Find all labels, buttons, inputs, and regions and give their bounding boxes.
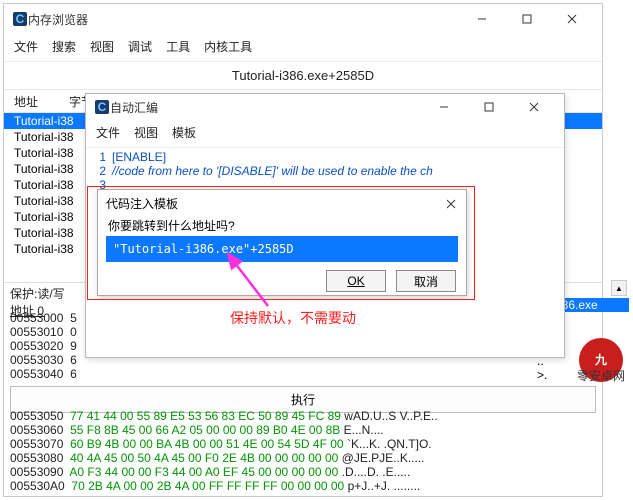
minimize-button[interactable] [459, 5, 504, 33]
annotation-note: 保持默认，不需要动 [230, 308, 356, 328]
inner-title: 自动汇编 [110, 99, 421, 116]
menu-tools[interactable]: 工具 [166, 38, 190, 55]
status-protect: 保护:读/写 [10, 287, 65, 301]
inner-maximize[interactable] [466, 93, 511, 121]
hex-row: 00553090 A0 F3 44 00 00 F3 44 00 A0 EF 4… [10, 465, 596, 479]
hex-row: 005530A0 70 2B 4A 00 00 2B 4A 00 FF FF F… [10, 479, 596, 493]
inner-titlebar: C 自动汇编 [86, 94, 564, 120]
inner-menu-view[interactable]: 视图 [134, 124, 158, 141]
dialog-title: 代码注入模板 [106, 195, 178, 212]
app-icon: C [12, 11, 28, 27]
dialog-prompt: 你要跳转到什么地址吗? [108, 217, 456, 234]
svg-text:九: 九 [594, 352, 607, 367]
menu-view[interactable]: 视图 [90, 38, 114, 55]
close-button[interactable] [549, 5, 594, 33]
menu-debug[interactable]: 调试 [128, 38, 152, 55]
hex-row: 00553070 60 B9 4B 00 00 BA 4B 00 00 51 4… [10, 437, 596, 451]
cancel-button[interactable]: 取消 [396, 270, 456, 292]
hex-view-bottom[interactable]: 00553050 77 41 44 00 55 89 E5 53 56 83 E… [4, 409, 602, 493]
address-input[interactable] [108, 238, 456, 260]
svg-text:零安卓网: 零安卓网 [577, 368, 625, 383]
inner-menubar: 文件 视图 模板 [86, 120, 564, 148]
menu-kernel[interactable]: 内核工具 [204, 38, 252, 55]
hex-row: 00553080 40 4A 45 00 50 4A 45 00 F0 2E 4… [10, 451, 596, 465]
inner-menu-template[interactable]: 模板 [172, 124, 196, 141]
hex-row: 00553060 55 F8 8B 45 00 66 A2 05 00 00 0… [10, 423, 596, 437]
dialog-titlebar: 代码注入模板 [98, 190, 466, 215]
address-path: Tutorial-i386.exe+2585D [4, 62, 602, 90]
menu-search[interactable]: 搜索 [52, 38, 76, 55]
dialog-close[interactable] [444, 197, 458, 211]
ok-button[interactable]: OK [326, 270, 386, 292]
hex-row: 00553050 77 41 44 00 55 89 E5 53 56 83 E… [10, 409, 596, 423]
svg-text:C: C [98, 100, 107, 114]
svg-text:C: C [16, 12, 25, 26]
inner-menu-file[interactable]: 文件 [96, 124, 120, 141]
main-titlebar: C 内存浏览器 [4, 4, 602, 34]
scroll-up-arrow[interactable]: ▲ [611, 280, 627, 296]
col-address[interactable]: 地址 [14, 93, 69, 110]
inner-close[interactable] [511, 93, 556, 121]
code-injection-dialog: 代码注入模板 你要跳转到什么地址吗? OK 取消 [97, 189, 467, 296]
main-title: 内存浏览器 [28, 11, 459, 28]
menu-file[interactable]: 文件 [14, 38, 38, 55]
app-icon: C [94, 99, 110, 115]
window-controls [459, 5, 594, 33]
inner-minimize[interactable] [421, 93, 466, 121]
main-menubar: 文件 搜索 视图 调试 工具 内核工具 [4, 34, 602, 62]
watermark-logo: 九零安卓网 [577, 336, 625, 384]
maximize-button[interactable] [504, 5, 549, 33]
hex-row: 00553040 6 [10, 367, 596, 381]
